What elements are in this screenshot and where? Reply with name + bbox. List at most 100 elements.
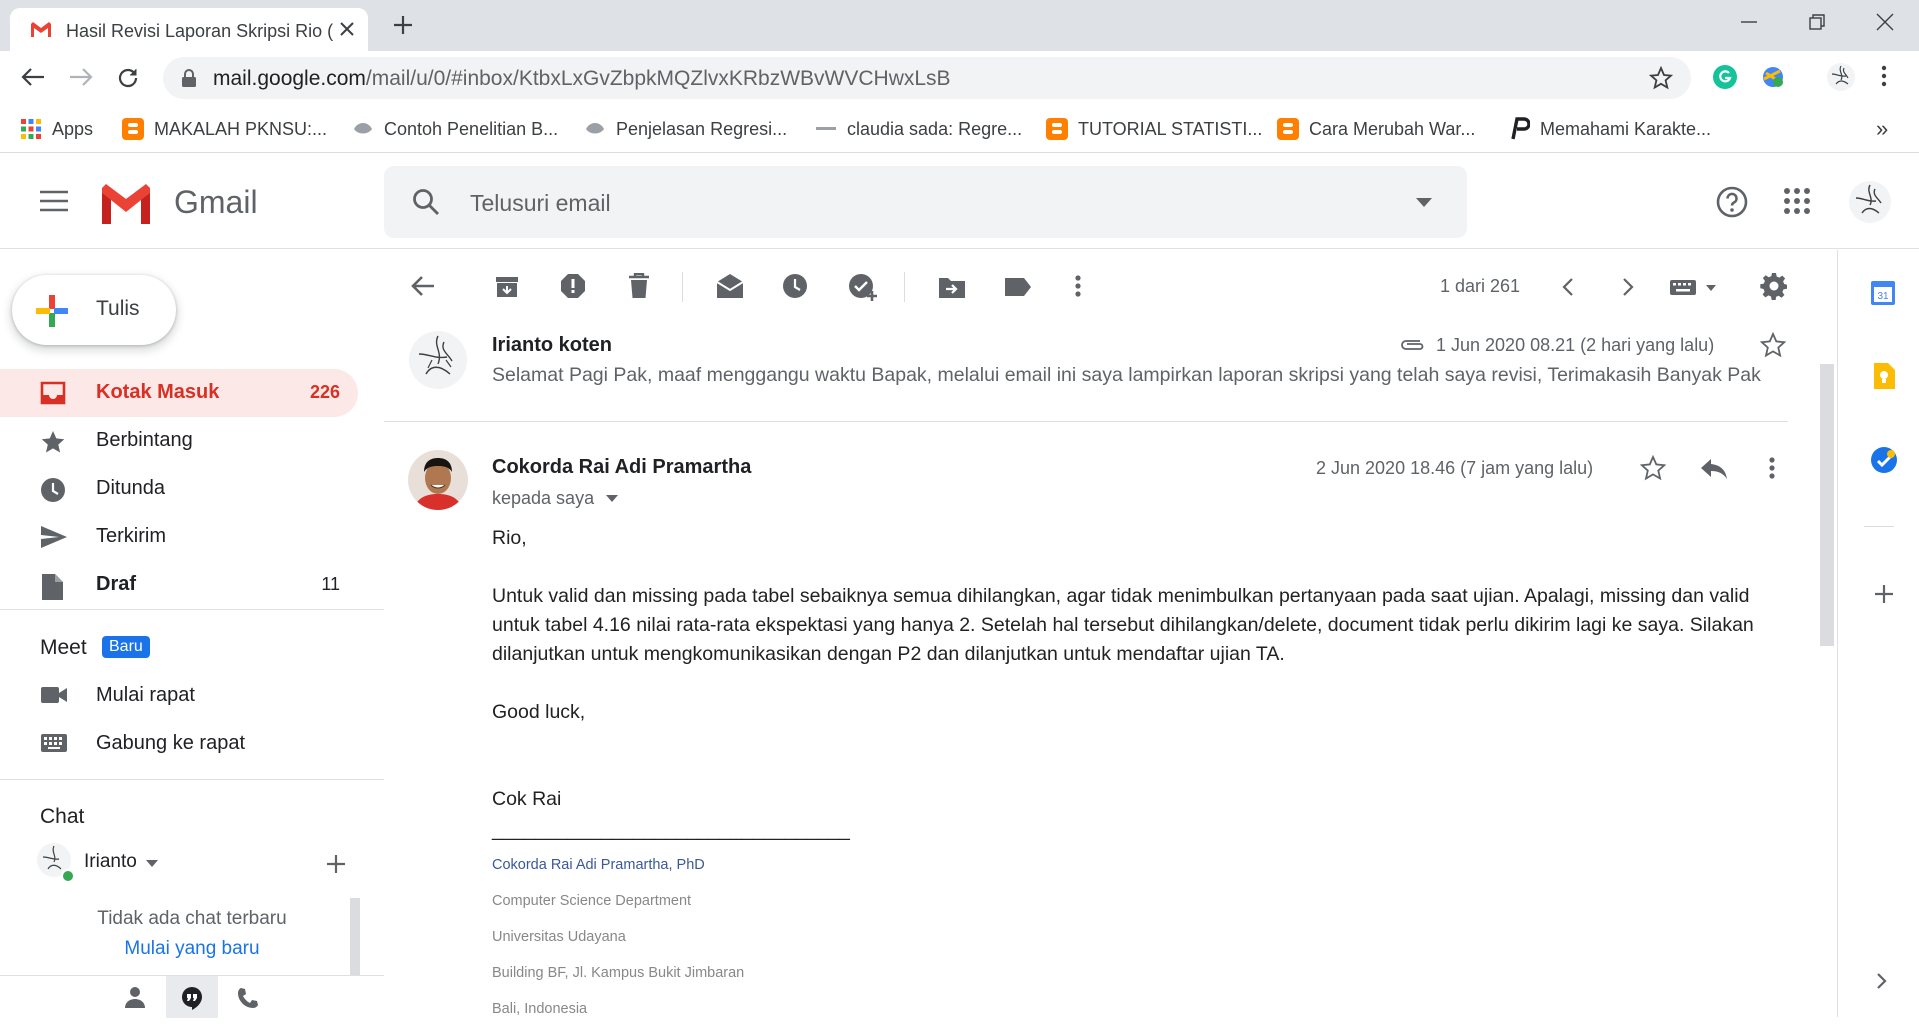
nav-item-drafts[interactable]: Draf 11 — [0, 561, 358, 609]
bookmark-item[interactable]: TUTORIAL STATISTI... — [1046, 114, 1262, 144]
minimize-icon[interactable] — [1734, 10, 1764, 34]
forward-icon[interactable] — [68, 66, 94, 88]
message-more-icon[interactable] — [1768, 456, 1776, 480]
meet-start-meeting[interactable]: Mulai rapat — [0, 672, 358, 720]
hangouts-tab[interactable] — [166, 976, 218, 1018]
bookmark-star-icon[interactable] — [1649, 66, 1673, 90]
main-menu-icon[interactable] — [40, 190, 68, 212]
star-message-icon[interactable] — [1640, 455, 1666, 481]
nav-label: Terkirim — [96, 525, 166, 547]
calendar-icon[interactable]: 31 — [1870, 280, 1896, 306]
get-addons-plus-icon[interactable] — [1874, 584, 1894, 604]
delete-icon[interactable] — [628, 273, 650, 299]
nav-item-sent[interactable]: Terkirim — [0, 513, 358, 561]
signature-name[interactable]: Cokorda Rai Adi Pramartha, PhD — [492, 847, 1772, 883]
browser-tab[interactable]: Hasil Revisi Laporan Skripsi Rio (D — [10, 8, 368, 51]
restore-icon[interactable] — [1802, 10, 1832, 34]
apps-grid-icon — [20, 118, 42, 140]
hide-panel-chevron-icon[interactable] — [1876, 972, 1888, 990]
compose-button[interactable]: Tulis — [12, 275, 176, 345]
chat-status-dropdown-icon[interactable] — [146, 860, 158, 867]
bookmark-item[interactable]: Contoh Penelitian B... — [352, 114, 558, 144]
gmail-favicon-icon — [30, 21, 52, 38]
signature-city: Bali, Indonesia — [492, 1001, 588, 1017]
scrollbar-thumb[interactable] — [1820, 364, 1834, 646]
more-bookmarks-button[interactable]: » — [1876, 114, 1888, 144]
add-to-tasks-icon[interactable] — [848, 273, 878, 303]
label-icon[interactable] — [1004, 277, 1032, 297]
inbox-icon — [40, 381, 66, 405]
search-input[interactable]: Telusuri email — [470, 190, 611, 217]
star-message-icon[interactable] — [1760, 332, 1786, 358]
nav-count: 226 — [309, 382, 340, 402]
input-tools-icon[interactable] — [1670, 278, 1720, 296]
extension-icon[interactable] — [1760, 64, 1786, 90]
reply-icon[interactable] — [1700, 458, 1728, 480]
body-paragraph: Untuk valid dan missing pada tabel sebai… — [492, 585, 1754, 665]
bookmark-item[interactable]: Memahami Karakte... — [1508, 114, 1711, 144]
start-new-chat-link[interactable]: Mulai yang baru — [34, 938, 350, 960]
bookmark-item[interactable]: claudia sada: Regre... — [815, 114, 1022, 144]
chat-empty-panel: Tidak ada chat terbaru Mulai yang baru — [34, 898, 360, 975]
meet-join-meeting[interactable]: Gabung ke rapat — [0, 720, 358, 768]
bookmark-item[interactable]: MAKALAH PKNSU:... — [122, 114, 327, 144]
contacts-icon[interactable] — [124, 986, 146, 1008]
chrome-menu-icon[interactable] — [1880, 64, 1888, 88]
search-options-icon[interactable] — [1416, 198, 1432, 207]
back-icon[interactable] — [20, 66, 46, 88]
collapsed-message[interactable]: Irianto koten 1 Jun 2020 08.21 (2 hari y… — [384, 322, 1788, 422]
chat-bottom-bar — [0, 975, 384, 1018]
settings-gear-icon[interactable] — [1760, 272, 1788, 300]
nav-label: Ditunda — [96, 477, 165, 499]
nav-item-inbox[interactable]: Kotak Masuk 226 — [0, 369, 358, 417]
archive-icon[interactable] — [494, 274, 520, 298]
url-text: mail.google.com/mail/u/0/#inbox/KtbxLxGv… — [213, 67, 951, 90]
help-icon[interactable] — [1716, 186, 1748, 218]
bookmark-apps[interactable]: Apps — [20, 114, 93, 144]
reload-icon[interactable] — [116, 66, 140, 90]
show-details-dropdown-icon[interactable] — [606, 495, 618, 502]
older-chevron-icon[interactable] — [1622, 277, 1634, 297]
profile-avatar-icon[interactable] — [1826, 62, 1856, 92]
recipient-text: kepada saya — [492, 488, 595, 508]
new-tab-icon[interactable] — [392, 14, 414, 36]
message-date: 2 Jun 2020 18.46 (7 jam yang lalu) — [1316, 458, 1594, 478]
meet-heading: Meet — [40, 636, 87, 659]
close-window-icon[interactable] — [1870, 10, 1900, 34]
message-date: 1 Jun 2020 08.21 (2 hari yang lalu) — [1436, 335, 1715, 355]
bookmark-item[interactable]: Penjelasan Regresi... — [584, 114, 787, 144]
keep-icon[interactable] — [1872, 362, 1896, 390]
snooze-icon[interactable] — [782, 273, 808, 299]
account-avatar[interactable] — [1848, 180, 1892, 224]
sender-name: Cokorda Rai Adi Pramartha — [492, 456, 752, 478]
body-signoff: Cok Rai — [492, 788, 562, 810]
body-greeting: Rio, — [492, 527, 527, 549]
signature-dept: Computer Science Department — [492, 893, 692, 909]
bookmark-item[interactable]: Cara Merubah War... — [1277, 114, 1475, 144]
nav-label: Berbintang — [96, 429, 193, 451]
address-bar[interactable]: mail.google.com/mail/u/0/#inbox/KtbxLxGv… — [163, 57, 1691, 99]
lock-icon[interactable] — [181, 69, 197, 88]
nav-item-starred[interactable]: Berbintang — [0, 417, 358, 465]
report-spam-icon[interactable] — [560, 273, 586, 299]
chat-user-avatar[interactable] — [36, 842, 76, 882]
move-to-icon[interactable] — [938, 275, 966, 299]
more-actions-icon[interactable] — [1074, 274, 1082, 298]
newer-chevron-icon[interactable] — [1562, 277, 1574, 297]
nav-label: Draf — [96, 573, 137, 595]
close-tab-icon[interactable] — [338, 20, 356, 38]
tasks-icon[interactable] — [1870, 446, 1898, 474]
google-apps-icon[interactable] — [1784, 188, 1810, 214]
mark-unread-icon[interactable] — [716, 273, 744, 299]
search-bar[interactable]: Telusuri email — [384, 166, 1467, 238]
back-to-inbox-icon[interactable] — [410, 274, 436, 298]
grammarly-extension-icon[interactable] — [1712, 64, 1738, 90]
meet-label: Gabung ke rapat — [96, 732, 245, 754]
phone-icon[interactable] — [236, 986, 260, 1010]
gmail-logo-icon[interactable] — [98, 182, 154, 224]
chat-user-name[interactable]: Irianto — [84, 851, 137, 873]
draft-icon — [40, 573, 64, 601]
nav-item-snoozed[interactable]: Ditunda — [0, 465, 358, 513]
search-icon[interactable] — [412, 188, 440, 216]
new-chat-plus-icon[interactable] — [326, 854, 346, 874]
